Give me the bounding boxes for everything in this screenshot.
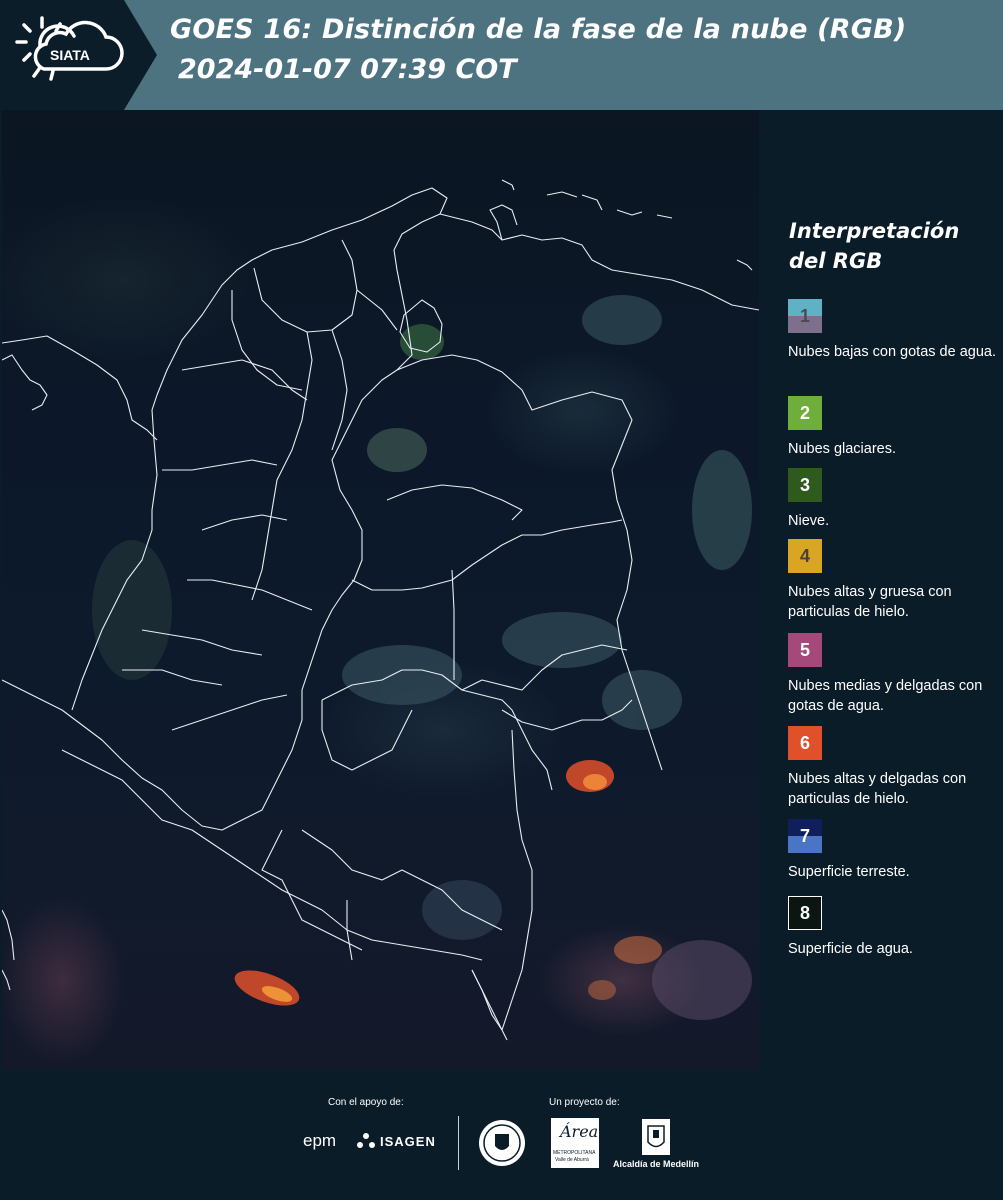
legend-swatch-4: 4 <box>788 539 822 573</box>
legend-swatch-3: 3 <box>788 468 822 502</box>
legend-item-4: 4 Nubes altas y gruesa con particulas de… <box>788 539 998 622</box>
area-logo-text: Área <box>560 1122 599 1141</box>
legend-label: Nieve. <box>788 513 830 529</box>
legend-item-7: 7 Superficie terreste. <box>788 819 998 882</box>
legend-swatch-8: 8 <box>788 896 822 930</box>
legend-title-line1: Interpretación <box>789 219 960 243</box>
area-logo-sub: METROPOLITANA <box>553 1150 596 1156</box>
legend-number: 4 <box>799 545 810 566</box>
legend-number: 2 <box>799 402 810 423</box>
legend-label: Nubes medias y delgadas con gotas de agu… <box>788 678 983 714</box>
legend-item-1: 1 Nubes bajas con gotas de agua. <box>788 299 998 362</box>
satellite-map <box>2 110 759 1070</box>
project-label: Un proyecto de: <box>549 1097 620 1108</box>
legend-number: 8 <box>799 902 810 923</box>
logo-text: SIATA <box>50 47 90 63</box>
legend-swatch-6: 6 <box>788 726 822 760</box>
legend-number: 7 <box>799 825 810 846</box>
legend-item-3: 3 Nieve. <box>788 468 998 531</box>
page-title: GOES 16: Distinción de la fase de la nub… <box>170 14 907 45</box>
footer-divider <box>458 1116 459 1170</box>
area-logo-sub2: Valle de Aburrá <box>555 1157 589 1163</box>
legend-number: 6 <box>799 732 810 753</box>
isagen-logo: ISAGEN <box>380 1134 436 1149</box>
legend-number: 5 <box>799 639 810 660</box>
legend-title-line2: del RGB <box>789 249 883 273</box>
legend-number: 1 <box>799 305 810 326</box>
legend-label: Nubes altas y gruesa con particulas de h… <box>788 584 952 620</box>
epm-logo: epm <box>303 1131 337 1150</box>
legend-label: Nubes bajas con gotas de agua. <box>788 344 996 360</box>
timestamp: 2024-01-07 07:39 COT <box>178 54 517 85</box>
legend-item-6: 6 Nubes altas y delgadas con particulas … <box>788 726 998 809</box>
legend-item-8: 8 Superficie de agua. <box>788 896 998 959</box>
siata-logo: SIATA <box>0 0 157 110</box>
alcaldia-logo: Alcaldía de Medellín <box>613 1159 700 1169</box>
legend-swatch-5: 5 <box>788 633 822 667</box>
header-bar: SIATA GOES 16: Distinción de la fase de … <box>0 0 1003 110</box>
legend-item-2: 2 Nubes glaciares. <box>788 396 998 459</box>
support-label: Con el apoyo de: <box>328 1097 404 1108</box>
legend-label: Superficie terreste. <box>788 864 910 880</box>
legend-swatch-1: 1 <box>788 299 822 333</box>
isagen-icon <box>357 1133 375 1148</box>
legend-swatch-7: 7 <box>788 819 822 853</box>
legend-number: 3 <box>799 474 810 495</box>
legend-swatch-2: 2 <box>788 396 822 430</box>
university-seal-icon <box>479 1120 525 1166</box>
legend-title: Interpretación del RGB <box>789 216 989 276</box>
legend-label: Nubes glaciares. <box>788 441 896 457</box>
alcaldia-shield-icon <box>642 1119 670 1155</box>
borders-layer <box>2 179 759 1041</box>
legend-item-5: 5 Nubes medias y delgadas con gotas de a… <box>788 633 998 716</box>
legend-label: Superficie de agua. <box>788 941 913 957</box>
legend-label: Nubes altas y delgadas con particulas de… <box>788 771 967 807</box>
